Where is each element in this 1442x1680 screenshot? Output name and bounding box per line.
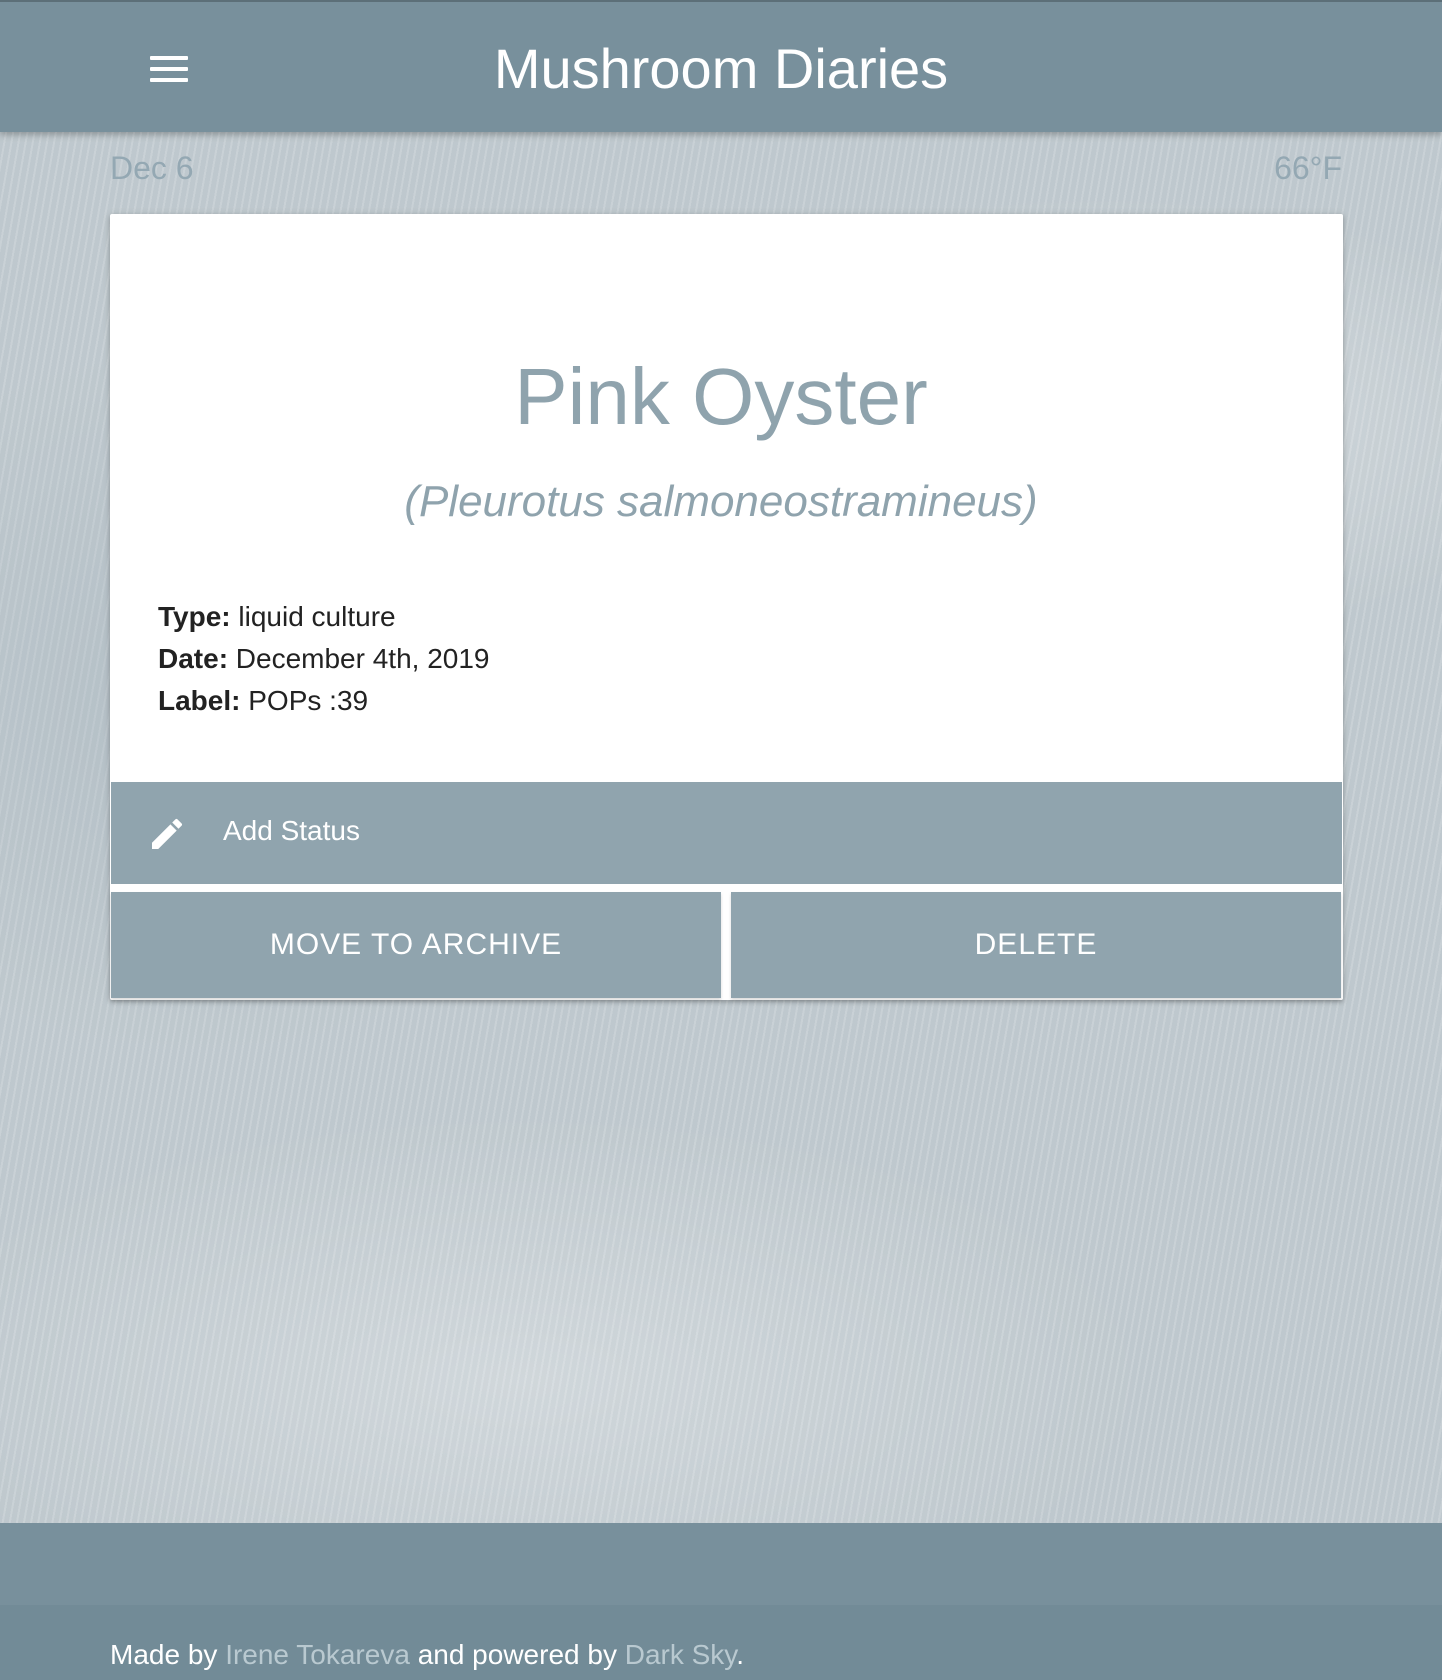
dark-sky-link[interactable]: Dark Sky	[625, 1639, 737, 1670]
top-navbar: Mushroom Diaries	[0, 0, 1442, 132]
move-to-archive-button[interactable]: MOVE TO ARCHIVE	[111, 892, 721, 998]
detail-value: December 4th, 2019	[235, 643, 490, 674]
info-bar: Dec 6 66°F	[110, 150, 1342, 187]
app-title[interactable]: Mushroom Diaries	[0, 36, 1442, 102]
delete-button[interactable]: DELETE	[731, 892, 1341, 998]
detail-value: POPs :39	[248, 685, 369, 716]
scientific-name: (Pleurotus salmoneostramineus)	[404, 477, 1038, 526]
add-status-button[interactable]: Add Status	[111, 782, 1342, 884]
temperature: 66°F	[1274, 150, 1342, 186]
footer-middle: and powered by	[417, 1639, 617, 1670]
current-date: Dec 6	[110, 150, 194, 186]
author-link[interactable]: Irene Tokareva	[225, 1639, 410, 1670]
footer-band	[0, 1523, 1442, 1605]
add-status-label: Add Status	[223, 815, 360, 846]
footer-suffix: .	[736, 1639, 745, 1670]
card-title: Pink Oyster	[514, 352, 928, 441]
detail-date: Date: December 4th, 2019	[158, 638, 490, 680]
card-details: Type: liquid culture Date: December 4th,…	[158, 596, 490, 722]
pencil-icon	[152, 818, 183, 849]
footer-prefix: Made by	[110, 1639, 218, 1670]
detail-value: liquid culture	[238, 601, 396, 632]
detail-label: Type:	[158, 601, 231, 632]
footer-credits: Made by Irene Tokareva and powered by Da…	[110, 1639, 744, 1671]
footer: Made by Irene Tokareva and powered by Da…	[0, 1605, 1442, 1680]
detail-type: Type: liquid culture	[158, 596, 490, 638]
detail-label-row: Label: POPs :39	[158, 680, 490, 722]
detail-label: Date:	[158, 643, 229, 674]
detail-label: Label:	[158, 685, 241, 716]
